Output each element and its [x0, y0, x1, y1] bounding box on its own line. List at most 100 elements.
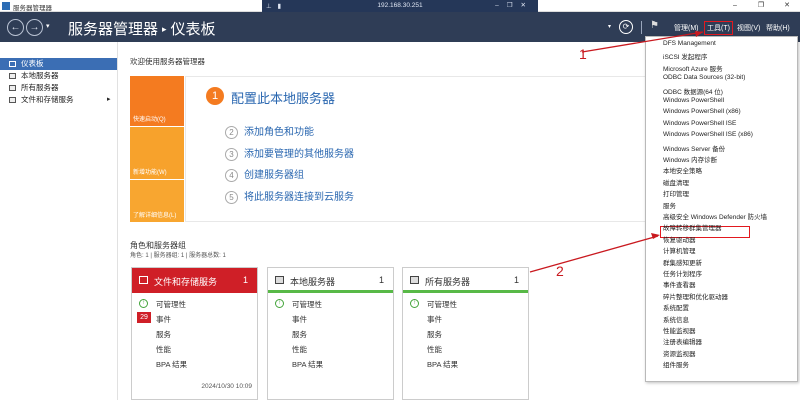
tools-menu-item[interactable]: DFS Management — [663, 40, 716, 47]
tile-row-bpa[interactable]: BPA 结果 — [427, 359, 458, 370]
tile-title: 文件和存储服务 — [154, 277, 218, 287]
tile-title: 所有服务器 — [425, 277, 471, 287]
tools-menu-item[interactable]: 任务计划程序 — [663, 268, 702, 278]
remote-window-controls[interactable]: –❐✕ — [495, 1, 534, 9]
tools-menu-item[interactable]: Windows PowerShell (x86) — [663, 108, 741, 115]
refresh-icon[interactable]: ⟳ — [619, 20, 633, 34]
tile-row-manageability[interactable]: 可管理性 — [427, 299, 457, 310]
tools-menu-item[interactable]: 恢复驱动器 — [663, 234, 696, 244]
tile-row-events[interactable]: 事件 — [292, 314, 307, 325]
whats-new-tile[interactable]: 新增功能(W) — [130, 127, 184, 179]
tools-menu-item[interactable]: 服务 — [663, 200, 676, 210]
tools-menu-item[interactable]: iSCSI 发起程序 — [663, 51, 707, 61]
servers-icon — [410, 276, 419, 284]
tools-menu-item[interactable]: 本地安全策略 — [663, 165, 702, 175]
notifications-flag-icon[interactable]: ⚑ — [650, 20, 659, 31]
role-tile-file-storage[interactable]: 文件和存储服务 1 ↑ 可管理性 29 事件 服务 性能 BPA 结果 2024… — [131, 267, 258, 400]
step-connect-cloud[interactable]: 5 将此服务器连接到云服务 — [225, 188, 354, 204]
remote-connection-bar: ⊥ ▮ 192.168.30.251 –❐✕ — [262, 0, 538, 12]
step-create-group[interactable]: 4 创建服务器组 — [225, 166, 304, 182]
step-add-roles[interactable]: 2 添加角色和功能 — [225, 123, 314, 139]
chevron-right-icon[interactable]: ▸ — [107, 94, 111, 106]
learn-more-label: 了解详细信息(L) — [133, 213, 177, 219]
step-label: 将此服务器连接到云服务 — [244, 192, 354, 203]
tools-dropdown-menu: DFS Management iSCSI 发起程序 Microsoft Azure … — [645, 36, 798, 382]
tile-row-services[interactable]: 服务 — [156, 329, 171, 340]
tools-menu-item[interactable]: Windows PowerShell — [663, 97, 724, 104]
tools-menu-item[interactable]: 注册表编辑器 — [663, 336, 702, 346]
storage-icon — [139, 276, 148, 284]
tile-row-services[interactable]: 服务 — [292, 329, 307, 340]
tile-row-events[interactable]: 事件 — [156, 314, 171, 325]
tools-menu-item[interactable]: 群集感知更新 — [663, 257, 702, 267]
tile-header[interactable]: 本地服务器 1 — [268, 268, 393, 293]
tile-row-performance[interactable]: 性能 — [156, 344, 171, 355]
tools-menu-item[interactable]: Microsoft Azure 服务 — [663, 63, 723, 73]
history-dropdown-icon[interactable]: ▾ — [46, 22, 50, 30]
tools-menu-item[interactable]: ODBC 数据源(64 位) — [663, 86, 723, 96]
step-add-servers[interactable]: 3 添加要管理的其他服务器 — [225, 145, 354, 161]
tools-menu-item[interactable]: 系统配置 — [663, 302, 689, 312]
forward-button[interactable]: → — [26, 19, 43, 36]
check-ok-icon: ↑ — [275, 299, 284, 308]
servers-icon — [9, 85, 16, 91]
tools-menu-item[interactable]: Windows Server 备份 — [663, 143, 725, 153]
sidebar-item-file-storage[interactable]: 文件和存储服务 ▸ — [0, 94, 117, 106]
minimize-icon[interactable]: – — [722, 0, 748, 12]
tools-menu-item[interactable]: 磁盘清理 — [663, 177, 689, 187]
tile-row-events[interactable]: 事件 — [427, 314, 442, 325]
close-icon[interactable]: ✕ — [774, 0, 800, 12]
tile-row-performance[interactable]: 性能 — [427, 344, 442, 355]
tools-menu-item[interactable]: Windows PowerShell ISE — [663, 120, 736, 127]
whats-new-label: 新增功能(W) — [133, 170, 167, 176]
tools-menu-item[interactable]: 计算机管理 — [663, 245, 696, 255]
tools-menu-item[interactable]: 系统信息 — [663, 314, 689, 324]
sidebar-item-dashboard[interactable]: 仪表板 — [0, 58, 117, 70]
tile-row-services[interactable]: 服务 — [427, 329, 442, 340]
tools-menu-item[interactable]: 组件服务 — [663, 359, 689, 369]
sidebar-item-local-server[interactable]: 本地服务器 — [0, 70, 117, 82]
divider — [641, 21, 642, 34]
sidebar-item-label: 所有服务器 — [21, 83, 59, 92]
configure-local-server-link[interactable]: 配置此本地服务器 — [231, 88, 335, 107]
tools-menu-item[interactable]: 性能监视器 — [663, 325, 696, 335]
tools-menu-item[interactable]: 故障转移群集管理器 — [663, 222, 722, 232]
step-number: 3 — [225, 148, 238, 161]
dropdown-chevron-icon[interactable]: ▾ — [608, 23, 611, 30]
menu-tools[interactable]: 工具(T) — [704, 21, 733, 35]
tools-menu-item[interactable]: 高级安全 Windows Defender 防火墙 — [663, 211, 767, 221]
event-count-badge: 29 — [137, 312, 151, 323]
step-number-badge: 1 — [206, 87, 224, 105]
role-tile-local-server[interactable]: 本地服务器 1 ↑ 可管理性 事件 服务 性能 BPA 结果 — [267, 267, 394, 400]
tools-menu-item[interactable]: ODBC Data Sources (32-bit) — [663, 74, 745, 81]
menu-manage[interactable]: 管理(M) — [674, 23, 699, 33]
welcome-title: 欢迎使用服务器管理器 — [130, 57, 205, 66]
tile-header[interactable]: 所有服务器 1 — [403, 268, 528, 293]
tools-menu-item[interactable]: 碎片整理和优化驱动器 — [663, 291, 728, 301]
restore-icon[interactable]: ❐ — [748, 0, 774, 12]
tile-count: 1 — [513, 275, 519, 285]
learn-more-tile[interactable]: 了解详细信息(L) — [130, 180, 184, 222]
role-tile-all-servers[interactable]: 所有服务器 1 ↑ 可管理性 事件 服务 性能 BPA 结果 — [402, 267, 529, 400]
sidebar-item-all-servers[interactable]: 所有服务器 — [0, 82, 117, 94]
tile-row-performance[interactable]: 性能 — [292, 344, 307, 355]
tile-row-manageability[interactable]: 可管理性 — [292, 299, 322, 310]
tile-row-manageability[interactable]: 可管理性 — [156, 299, 186, 310]
tools-menu-item[interactable]: Windows PowerShell ISE (x86) — [663, 131, 753, 138]
back-button[interactable]: ← — [7, 19, 24, 36]
check-ok-icon: ↑ — [139, 299, 148, 308]
tools-menu-item[interactable]: Windows 内存诊断 — [663, 154, 717, 164]
menu-help[interactable]: 帮助(H) — [766, 23, 790, 33]
tile-header[interactable]: 文件和存储服务 1 — [132, 268, 257, 293]
tools-menu-item[interactable]: 资源监视器 — [663, 348, 696, 358]
menu-view[interactable]: 视图(V) — [737, 23, 760, 33]
tools-menu-item[interactable]: 事件查看器 — [663, 279, 696, 289]
tile-row-bpa[interactable]: BPA 结果 — [156, 359, 187, 370]
quick-start-tile[interactable]: 快速启动(Q) — [130, 76, 184, 126]
breadcrumb-separator: ▸ — [162, 24, 167, 34]
sidebar-item-label: 仪表板 — [21, 59, 44, 68]
tools-menu-item[interactable]: 打印管理 — [663, 188, 689, 198]
tile-row-bpa[interactable]: BPA 结果 — [292, 359, 323, 370]
quick-start-label: 快速启动(Q) — [133, 117, 166, 123]
sidebar: 仪表板 本地服务器 所有服务器 文件和存储服务 ▸ — [0, 42, 118, 400]
